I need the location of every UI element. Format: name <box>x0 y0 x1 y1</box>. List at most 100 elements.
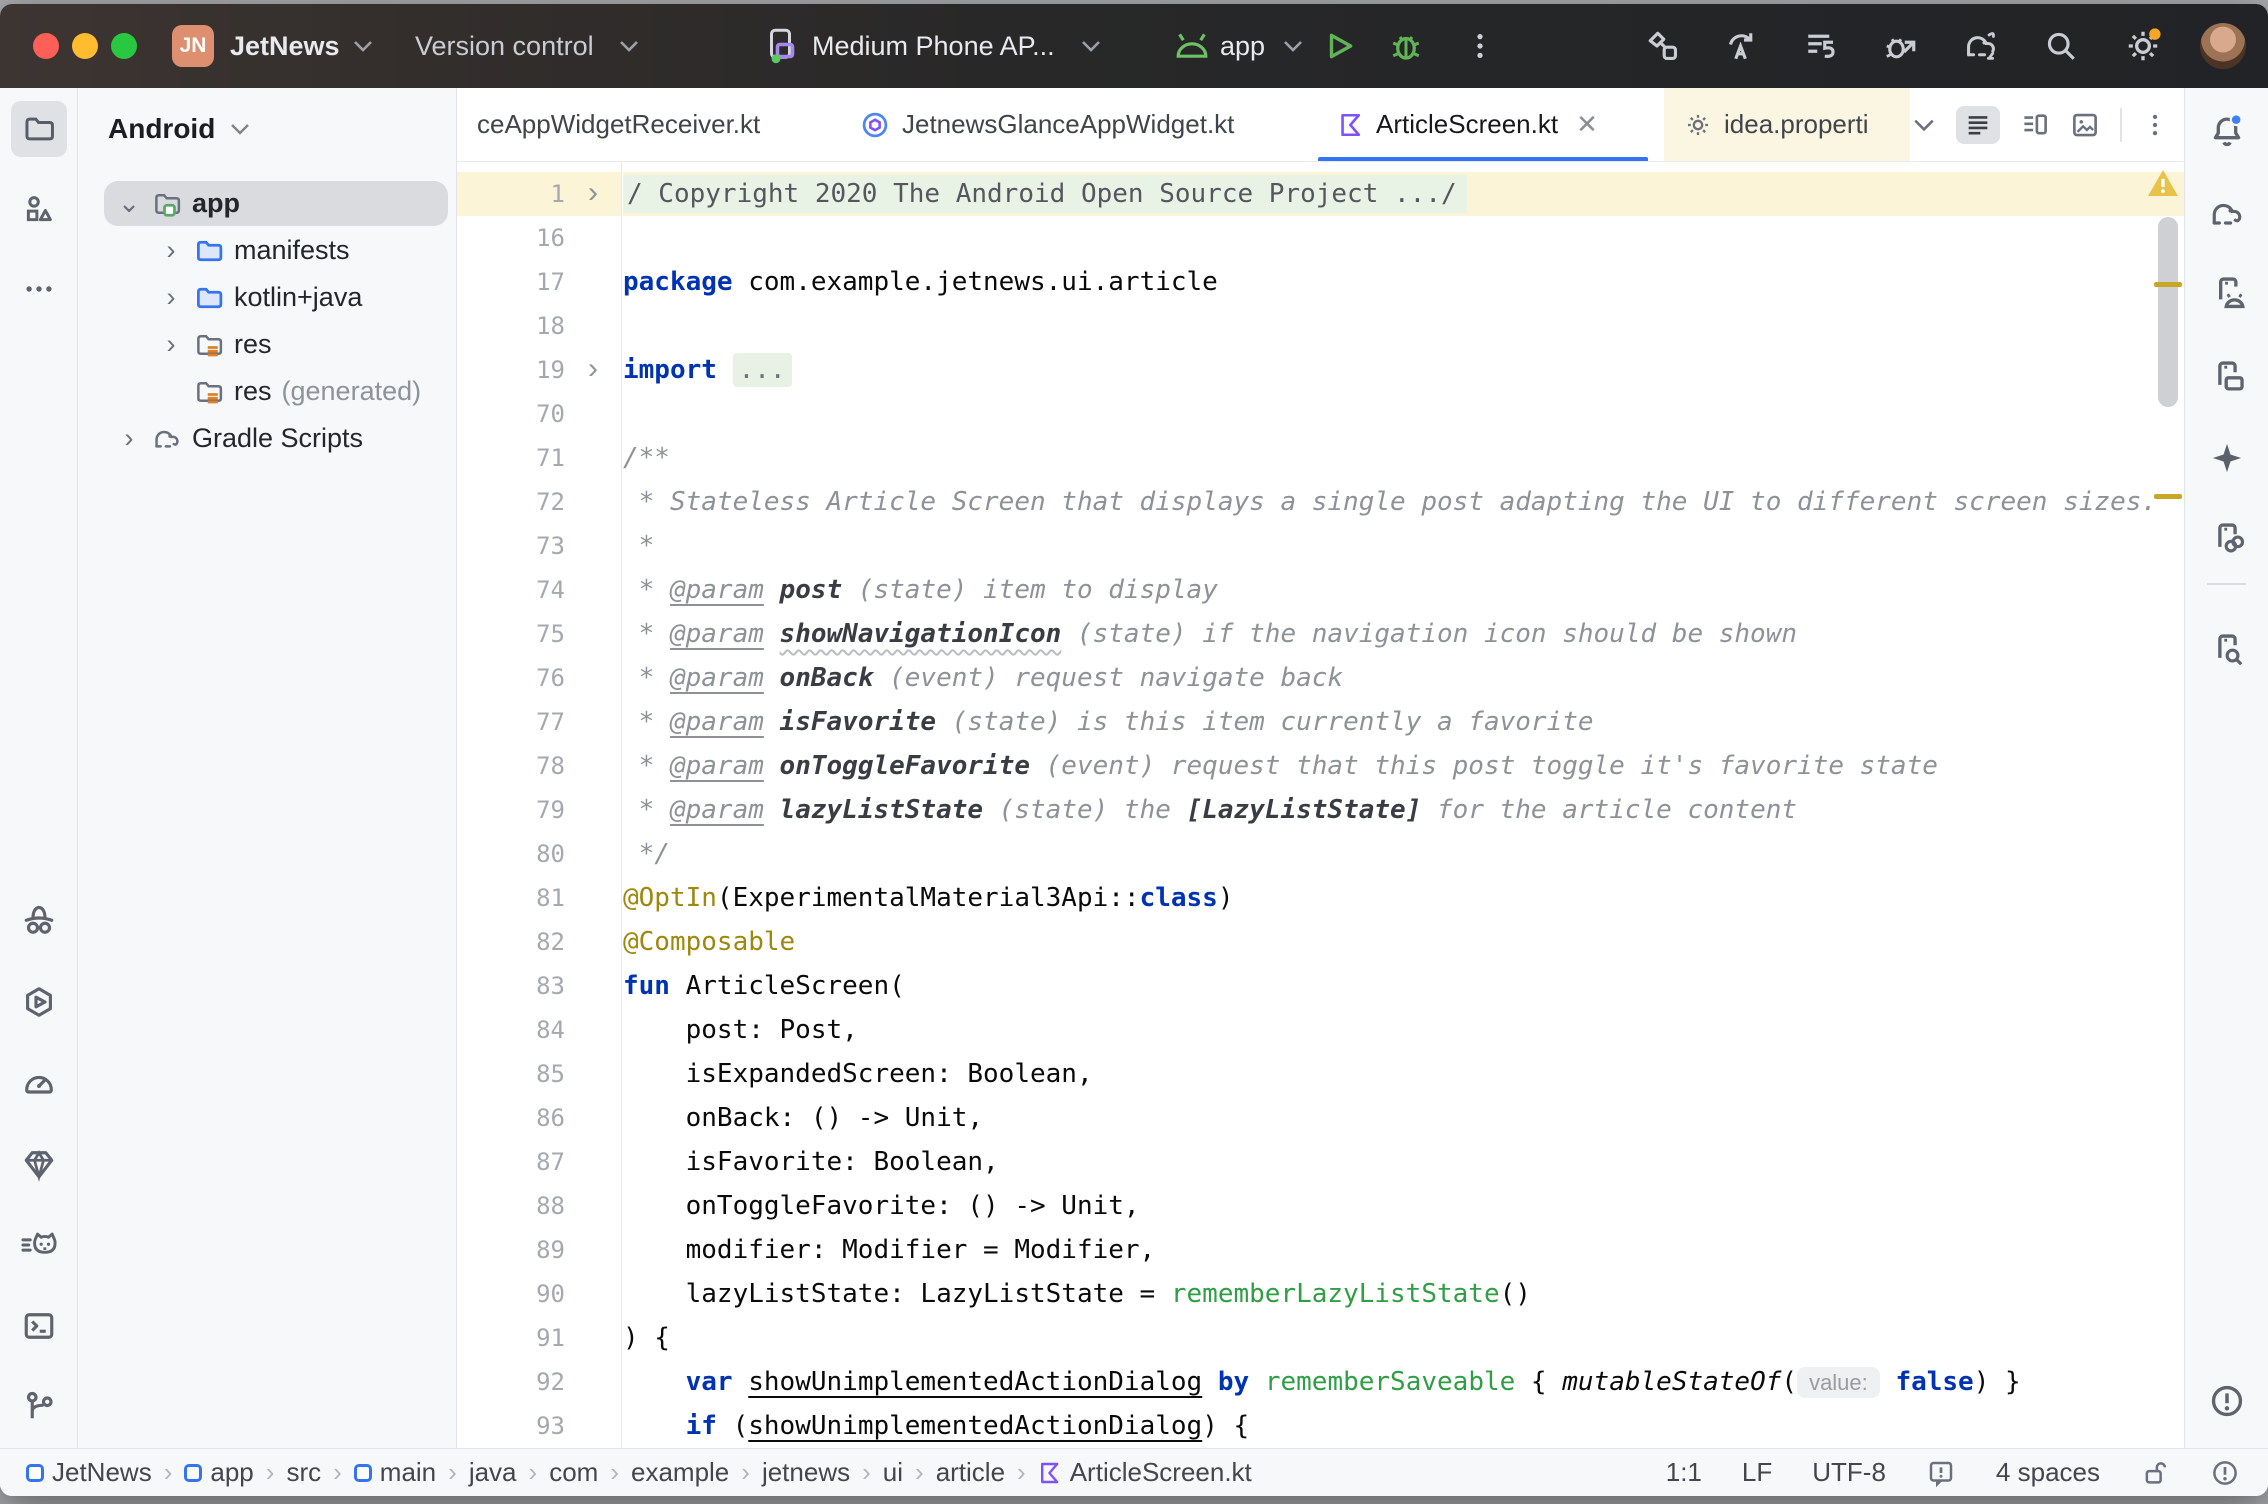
project-folder-icon[interactable] <box>22 112 56 146</box>
app-quality-insights-icon[interactable] <box>21 903 57 939</box>
tab-glanceappwidgetreceiver[interactable]: ceAppWidgetReceiver.kt <box>457 88 840 161</box>
code-line[interactable]: * Stateless Article Screen that displays… <box>623 480 2184 524</box>
app-inspection-icon[interactable] <box>21 1146 57 1182</box>
gutter-line[interactable]: 72 <box>457 480 621 524</box>
code-line[interactable]: ) { <box>623 1316 2184 1360</box>
gutter-line[interactable]: 18 <box>457 304 621 348</box>
settings-gear-icon[interactable] <box>2124 27 2162 65</box>
code-line[interactable]: * @param onBack (event) request navigate… <box>623 656 2184 700</box>
gutter-line[interactable]: 80 <box>457 832 621 876</box>
gutter-line[interactable]: 70 <box>457 392 621 436</box>
gutter-line[interactable]: 19› <box>457 348 621 392</box>
tab-options-kebab-icon[interactable] <box>2142 112 2168 138</box>
chevron-right-icon[interactable]: › <box>154 282 188 313</box>
maximize-window-button[interactable] <box>111 33 137 59</box>
logcat-icon[interactable] <box>20 1227 58 1263</box>
gutter-line[interactable]: 86 <box>457 1096 621 1140</box>
project-view-selector[interactable]: Android <box>108 106 251 152</box>
indent-setting[interactable]: 4 spaces <box>1996 1457 2100 1488</box>
device-selector[interactable]: Medium Phone AP... <box>812 4 1055 88</box>
code-view-button[interactable] <box>1956 106 2000 144</box>
fold-chevron-icon[interactable]: › <box>565 348 621 392</box>
gutter-line[interactable]: 76 <box>457 656 621 700</box>
notifications-bell-icon[interactable] <box>2208 112 2246 150</box>
breadcrumb-item[interactable]: jetnews <box>762 1457 850 1488</box>
terminal-icon[interactable] <box>21 1308 57 1344</box>
unlocked-padlock-icon[interactable] <box>2140 1458 2170 1488</box>
code-line[interactable]: onToggleFavorite: () -> Unit, <box>623 1184 2184 1228</box>
version-control-icon[interactable] <box>21 1389 57 1425</box>
services-icon[interactable] <box>21 984 57 1020</box>
code-line[interactable]: * <box>623 524 2184 568</box>
gutter-line[interactable]: 90 <box>457 1272 621 1316</box>
gutter-line[interactable]: 91 <box>457 1316 621 1360</box>
code-line[interactable]: @Composable <box>623 920 2184 964</box>
more-tool-windows-icon[interactable] <box>22 272 56 306</box>
code-line[interactable]: if (showUnimplementedActionDialog) { <box>623 1404 2184 1448</box>
build-variants-icon[interactable] <box>1803 28 1839 64</box>
device-manager-icon[interactable] <box>2208 274 2246 312</box>
gutter-line[interactable]: 92 <box>457 1360 621 1404</box>
gutter-line[interactable]: 77 <box>457 700 621 744</box>
code-line[interactable]: onBack: () -> Unit, <box>623 1096 2184 1140</box>
tree-item-gradle-scripts[interactable]: › Gradle Scripts <box>78 415 456 462</box>
user-avatar[interactable] <box>2200 23 2246 69</box>
code-line[interactable]: isFavorite: Boolean, <box>623 1140 2184 1184</box>
tree-item-manifests[interactable]: › manifests <box>78 227 456 274</box>
gutter-line[interactable]: 93 <box>457 1404 621 1448</box>
breadcrumb-item[interactable]: article <box>936 1457 1005 1488</box>
gutter-line[interactable]: 87 <box>457 1140 621 1184</box>
tree-item-kotlin-java[interactable]: › kotlin+java <box>78 274 456 321</box>
code-line[interactable]: */ <box>623 832 2184 876</box>
vcs-menu[interactable]: Version control <box>415 4 594 88</box>
code-line[interactable]: import ... <box>623 348 2184 392</box>
caret-position[interactable]: 1:1 <box>1666 1457 1702 1488</box>
split-view-button[interactable] <box>2020 110 2050 140</box>
code-line[interactable] <box>623 392 2184 436</box>
chevron-right-icon[interactable]: › <box>112 423 146 454</box>
fold-chevron-icon[interactable]: › <box>565 172 621 216</box>
more-actions-kebab-icon[interactable] <box>1465 31 1495 61</box>
gutter-line[interactable]: 17 <box>457 260 621 304</box>
editor-code[interactable]: / Copyright 2020 The Android Open Source… <box>623 162 2184 1448</box>
code-line[interactable]: package com.example.jetnews.ui.article <box>623 260 2184 304</box>
line-separator[interactable]: LF <box>1742 1457 1772 1488</box>
code-line[interactable]: * @param lazyListState (state) the [Lazy… <box>623 788 2184 832</box>
profiler-icon[interactable] <box>21 1065 57 1101</box>
gutter-line[interactable]: 16 <box>457 216 621 260</box>
code-line[interactable]: / Copyright 2020 The Android Open Source… <box>623 172 2184 216</box>
chevron-right-icon[interactable]: › <box>154 235 188 266</box>
close-tab-icon[interactable]: ✕ <box>1570 109 1598 140</box>
build-hammer-icon[interactable] <box>1645 28 1681 64</box>
gutter-line[interactable]: 88 <box>457 1184 621 1228</box>
breadcrumb-item[interactable]: ArticleScreen.kt <box>1038 1457 1252 1488</box>
preview-view-button[interactable] <box>2070 110 2100 140</box>
tree-item-app[interactable]: ⌄ app <box>78 180 456 227</box>
code-line[interactable]: * @param onToggleFavorite (event) reques… <box>623 744 2184 788</box>
gutter-line[interactable]: 74 <box>457 568 621 612</box>
scrollbar-warning-mark[interactable] <box>2154 282 2182 287</box>
breadcrumb-item[interactable]: JetNews <box>26 1457 152 1488</box>
project-name-menu[interactable]: JetNews <box>230 4 340 88</box>
code-line[interactable]: * @param isFavorite (state) is this item… <box>623 700 2184 744</box>
scrollbar-warning-mark[interactable] <box>2154 494 2182 499</box>
breadcrumb-item[interactable]: src <box>286 1457 321 1488</box>
code-line[interactable] <box>623 304 2184 348</box>
gutter-line[interactable]: 1› <box>457 172 621 216</box>
run-button[interactable] <box>1323 29 1357 63</box>
breadcrumb-item[interactable]: java <box>469 1457 517 1488</box>
gutter-line[interactable]: 71 <box>457 436 621 480</box>
code-line[interactable]: var showUnimplementedActionDialog by rem… <box>623 1360 2184 1404</box>
code-line[interactable]: * @param post (state) item to display <box>623 568 2184 612</box>
gutter-line[interactable]: 78 <box>457 744 621 788</box>
code-line[interactable]: /** <box>623 436 2184 480</box>
breadcrumb-item[interactable]: example <box>631 1457 729 1488</box>
tree-item-res[interactable]: › res <box>78 321 456 368</box>
profile-bug-icon[interactable] <box>1883 28 1919 64</box>
run-config-selector[interactable]: app <box>1220 4 1265 88</box>
gutter-line[interactable]: 83 <box>457 964 621 1008</box>
code-line[interactable]: isExpandedScreen: Boolean, <box>623 1052 2184 1096</box>
code-line[interactable]: @OptIn(ExperimentalMaterial3Api::class) <box>623 876 2184 920</box>
inspections-warning-icon[interactable] <box>2146 168 2180 198</box>
code-line[interactable]: * @param showNavigationIcon (state) if t… <box>623 612 2184 656</box>
